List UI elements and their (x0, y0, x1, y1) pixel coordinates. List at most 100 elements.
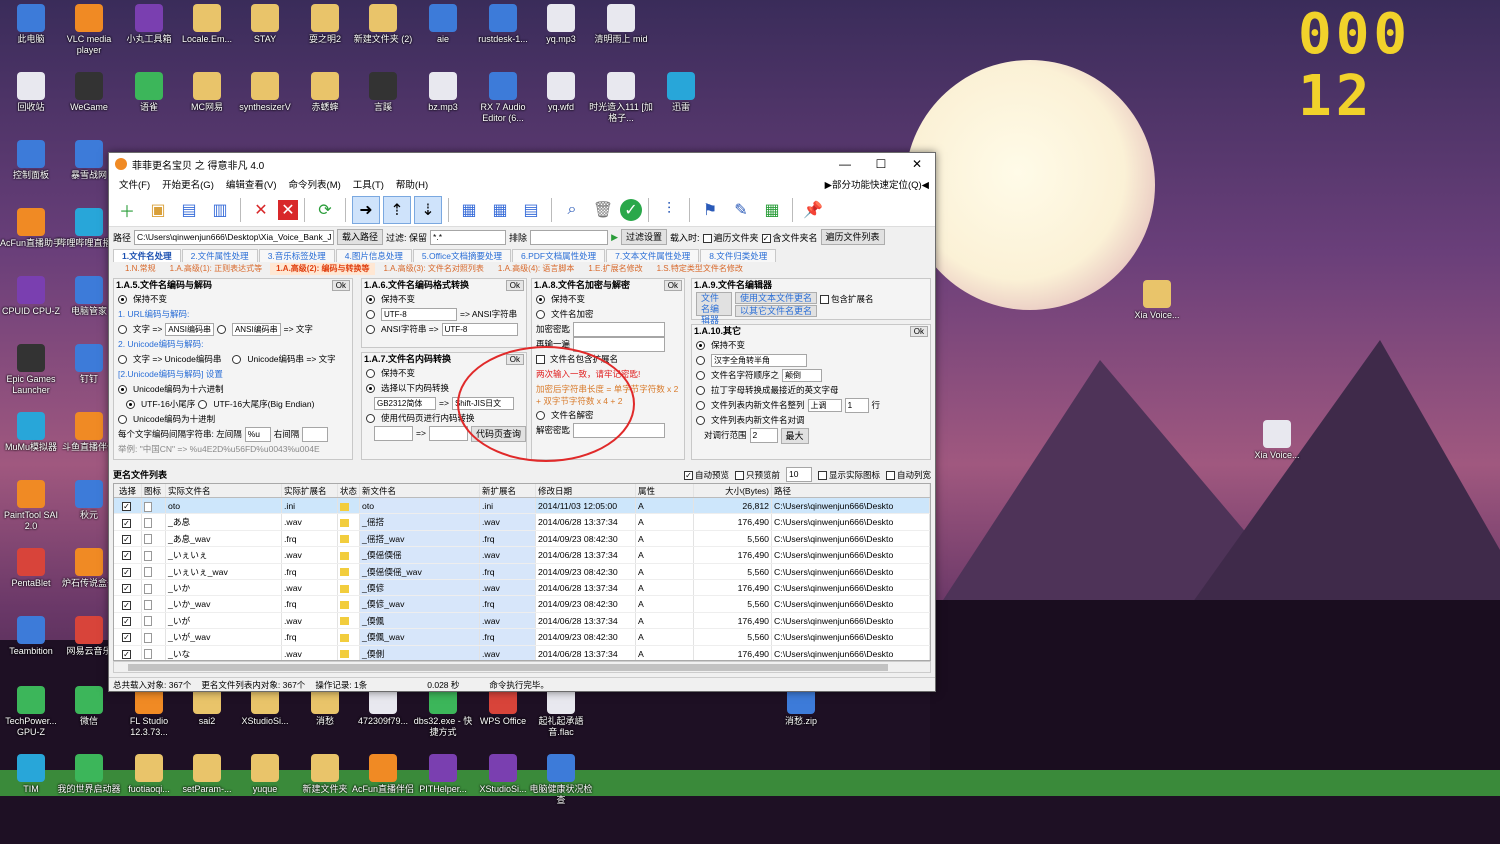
col-real-name[interactable]: 实际文件名 (166, 484, 282, 497)
col-attr[interactable]: 属性 (636, 484, 694, 497)
table-row[interactable]: ✓ _いか .wav _偄偐 .wav 2014/06/28 13:37:34 A 176,4… (114, 579, 930, 597)
order-select[interactable]: 颠倒 (782, 369, 823, 382)
col-new-name[interactable]: 新文件名 (360, 484, 480, 497)
keep-radio[interactable]: 保持不变 (692, 338, 930, 353)
swap-radio[interactable]: 文件列表内新文件名对调 (692, 413, 930, 428)
new-file-icon[interactable]: ＋ (113, 196, 141, 224)
play-icon[interactable]: ▶ (611, 232, 618, 243)
range-stepper[interactable]: 2 (749, 428, 778, 443)
preview-count-input[interactable]: 10 (785, 467, 812, 482)
desktop-icon[interactable]: AcFun直播助手 (0, 208, 64, 249)
unicode-encode-label[interactable]: 文字 => Unicode编码串 (133, 352, 221, 367)
desktop-icon[interactable]: PentaBlet (0, 548, 64, 589)
desktop-icon[interactable]: MC网易 (174, 72, 240, 113)
auto-cols-checkbox[interactable]: 自动列宽 (885, 469, 931, 481)
use-other-names-button[interactable]: 以其它文件名更名 (735, 305, 818, 317)
utf16be-label[interactable]: UTF-16大尾序(Big Endian) (213, 397, 314, 412)
desktop-icon[interactable]: 我的世界启动器 (56, 754, 122, 795)
sort-stepper[interactable]: 1 (844, 398, 869, 413)
desktop-icon[interactable]: Teambition (0, 616, 64, 657)
horizontal-scrollbar[interactable] (113, 661, 931, 673)
password-input[interactable] (573, 322, 666, 337)
tab-filename[interactable]: 1.文件名处理 (113, 249, 181, 262)
row-checkbox[interactable]: ✓ (114, 612, 142, 629)
desktop-icon[interactable]: 起礼起承語 音.flac (528, 686, 594, 738)
desktop-icon[interactable]: Xia Voice... (1124, 280, 1190, 321)
menu-commands[interactable]: 命令列表(M) (283, 177, 347, 191)
columns-icon[interactable]: ▦ (455, 196, 483, 224)
close-button[interactable]: ✕ (899, 153, 935, 175)
row-checkbox[interactable]: ✓ (114, 596, 142, 612)
desktop-icon[interactable]: 时光造入111 [加格子... (588, 72, 654, 124)
import-list-icon[interactable]: ▤ (175, 196, 203, 224)
delete-icon[interactable]: 🗑 (589, 196, 617, 224)
col-status[interactable]: 状态 (338, 484, 360, 497)
title-bar[interactable]: 菲菲更名宝贝 之 得意非凡 4.0 — ☐ ✕ (109, 153, 935, 175)
tab-file-attributes[interactable]: 2.文件属性处理 (181, 249, 258, 262)
ok-button[interactable]: Ok (505, 280, 524, 291)
auto-preview-checkbox[interactable]: ✓ 自动预览 (683, 469, 729, 481)
keep-radio[interactable]: 保持不变 (362, 292, 526, 307)
sort-select[interactable]: 上调 (807, 399, 842, 412)
desktop-icon[interactable]: PaintTool SAI 2.0 (0, 480, 64, 532)
menu-edit-view[interactable]: 编辑查看(V) (220, 177, 283, 191)
traverse-folders-checkbox[interactable]: 遍历文件夹 (702, 231, 759, 244)
subtab-normal[interactable]: 1.N.常规 (119, 263, 162, 275)
apply-icon[interactable]: ✓ (620, 198, 642, 221)
latin-radio[interactable]: 拉丁字母转换成最接近的英文字母 (692, 383, 930, 398)
desktop-icon[interactable]: 472309f79... (350, 686, 416, 727)
col-icon[interactable]: 图标 (142, 484, 166, 497)
dec-radio[interactable]: Unicode编码为十进制 (114, 412, 352, 427)
desktop-icon[interactable]: 微信 (56, 686, 122, 727)
desktop-icon[interactable]: RX 7 Audio Editor (6... (470, 72, 536, 124)
load-path-button[interactable]: 载入路径 (337, 229, 384, 245)
desktop-icon[interactable]: Xia Voice... (1244, 420, 1310, 461)
desktop-icon[interactable]: yuque (232, 754, 298, 795)
grid-icon[interactable]: ▦ (486, 196, 514, 224)
url-select-1[interactable]: ANSI编码串 (165, 323, 214, 336)
menu-help[interactable]: 帮助(H) (390, 177, 434, 191)
table-row[interactable]: ✓ _いが .wav _偄偑 .wav 2014/06/28 13:37:34 A 176,4… (114, 612, 930, 630)
move-down-icon[interactable]: ⇣ (414, 195, 442, 224)
desktop-icon[interactable]: aie (410, 4, 476, 45)
desktop-icon[interactable]: 耍之明2 (292, 4, 358, 45)
tab-text[interactable]: 7.文本文件属性处理 (606, 249, 700, 262)
table-row[interactable]: ✓ _いぇいぇ_wav .frq _偄傜偄傜_wav .frq 2014/09/23 08… (114, 563, 930, 580)
row-checkbox[interactable]: ✓ (114, 498, 142, 514)
desktop-icon[interactable]: dbs32.exe - 快捷方式 (410, 686, 476, 738)
table-row[interactable]: ✓ _いぇいぇ .wav _偄傜偄傜 .wav 2014/06/28 13:37:34 A 1… (114, 547, 930, 564)
col-new-ext[interactable]: 新扩展名 (480, 484, 536, 497)
source-code-select[interactable]: GB2312简体 (374, 397, 436, 410)
desktop-icon[interactable]: FL Studio 12.3.73... (116, 686, 182, 738)
codepage-from-input[interactable] (374, 426, 414, 441)
editor-button[interactable]: 文件名编辑器 (696, 292, 732, 325)
move-up-icon[interactable]: ⇡ (383, 195, 411, 224)
desktop-icon[interactable]: 新建文件夹 (292, 754, 358, 795)
desktop-icon[interactable]: TechPower... GPU-Z (0, 686, 64, 738)
row-checkbox[interactable]: ✓ (114, 563, 142, 579)
remove-icon[interactable]: ✕ (247, 196, 275, 224)
desktop-icon[interactable]: AcFun直播伴侣 (350, 754, 416, 795)
menu-rename[interactable]: 开始更名(G) (156, 177, 220, 191)
move-right-icon[interactable]: ➜ (352, 195, 380, 224)
maximize-button[interactable]: ☐ (863, 153, 899, 175)
desktop-icon[interactable]: bz.mp3 (410, 72, 476, 113)
fullhalf-select[interactable]: 汉字全角转半角 (711, 354, 807, 367)
desktop-icon[interactable]: 赤蟋蟀 (292, 72, 358, 113)
desktop-icon[interactable]: 迅雷 (648, 72, 714, 113)
table-row[interactable]: ✓ _あ息 .wav _傜撘 .wav 2014/06/28 13:37:34 A 176,4… (114, 514, 930, 531)
tab-classify[interactable]: 8.文件归类处理 (700, 249, 777, 262)
col-real-ext[interactable]: 实际扩展名 (282, 484, 338, 497)
desktop-icon[interactable]: synthesizerV (232, 72, 298, 113)
quick-locate[interactable]: ▶部分功能快速定位(Q)◀ (825, 177, 935, 191)
hex-radio[interactable]: Unicode编码为十六进制 (114, 382, 352, 397)
subtab-lookup[interactable]: 1.A.高级(3): 文件名对照列表 (377, 263, 489, 275)
subtab-script[interactable]: 1.A.高级(4): 语言脚本 (492, 263, 580, 275)
desktop-icon[interactable]: Locale.Em... (174, 4, 240, 45)
subtab-regex[interactable]: 1.A.高级(1): 正则表达式等 (164, 263, 268, 275)
details-icon[interactable]: ▤ (517, 196, 545, 224)
include-ext-checkbox[interactable]: 包含扩展名 (820, 292, 874, 307)
row-checkbox[interactable]: ✓ (114, 530, 142, 547)
desktop-icon[interactable]: 回收站 (0, 72, 64, 113)
to-encoding-select[interactable]: UTF-8 (441, 323, 518, 336)
